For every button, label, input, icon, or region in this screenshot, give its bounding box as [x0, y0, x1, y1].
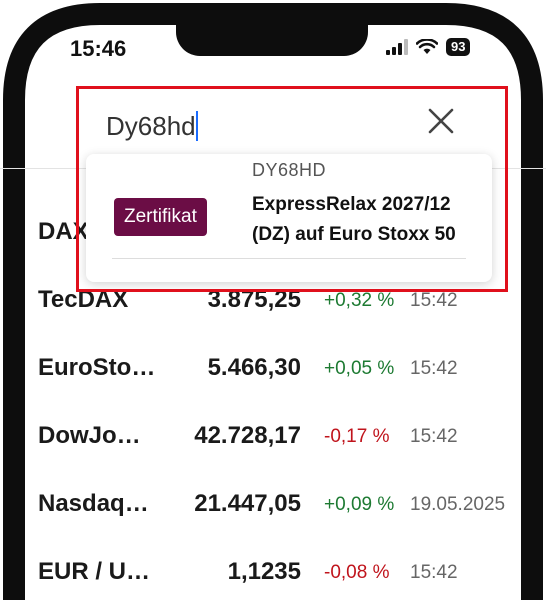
market-change: +0,09 % [324, 494, 395, 515]
app-canvas: 15:46 93 Dy68hd Zertifikat DY68HD Expres… [0, 0, 546, 600]
market-change: +0,32 % [324, 290, 395, 311]
status-icons: 93 [386, 38, 471, 56]
market-value: 5.466,30 [207, 354, 301, 381]
market-name: Nasdaq… [38, 490, 149, 517]
type-badge: Zertifikat [114, 198, 207, 236]
list-item[interactable]: DowJo… 42.728,17 -0,17 % 15:42 [38, 422, 538, 462]
market-time: 15:42 [410, 290, 458, 311]
status-time: 15:46 [70, 36, 127, 61]
market-name: EuroSto… [38, 354, 156, 381]
suggestion-name: ExpressRelax 2027/12 (DZ) auf Euro Stoxx… [252, 194, 456, 245]
market-change: -0,17 % [324, 426, 390, 447]
market-value: 3.875,25 [207, 286, 301, 313]
market-time: 15:42 [410, 426, 458, 447]
market-time: 15:42 [410, 562, 458, 583]
search-field[interactable]: Dy68hd [106, 106, 466, 146]
market-change: +0,05 % [324, 358, 395, 379]
battery-icon: 93 [446, 38, 471, 56]
list-item[interactable]: TecDAX 3.875,25 +0,32 % 15:42 [38, 286, 538, 326]
market-name: DAX [38, 218, 89, 245]
suggestion-code: DY68HD [252, 160, 327, 180]
market-name: TecDAX [38, 286, 129, 313]
market-time: 19.05.2025 [410, 494, 506, 515]
market-change: -0,08 % [324, 562, 390, 583]
suggestion-divider [112, 258, 466, 259]
search-input[interactable]: Dy68hd [106, 111, 196, 141]
list-item[interactable]: Nasdaq… 21.447,05 +0,09 % 19.05.2025 [38, 490, 538, 530]
market-value: 1,1235 [227, 558, 301, 585]
market-value: 42.728,17 [194, 422, 301, 449]
list-item[interactable]: EUR / U… 1,1235 -0,08 % 15:42 [38, 558, 538, 598]
market-name: EUR / U… [38, 558, 151, 585]
close-icon[interactable] [428, 108, 454, 134]
search-suggestion[interactable]: Zertifikat DY68HD ExpressRelax 2027/12 (… [86, 154, 492, 282]
market-value: 21.447,05 [194, 490, 301, 517]
notch [176, 14, 368, 56]
market-name: DowJo… [38, 422, 141, 449]
text-caret [195, 111, 198, 141]
list-item[interactable]: EuroSto… 5.466,30 +0,05 % 15:42 [38, 354, 538, 394]
market-time: 15:42 [410, 358, 458, 379]
wifi-icon [416, 39, 438, 54]
cellular-signal-icon [386, 39, 408, 55]
